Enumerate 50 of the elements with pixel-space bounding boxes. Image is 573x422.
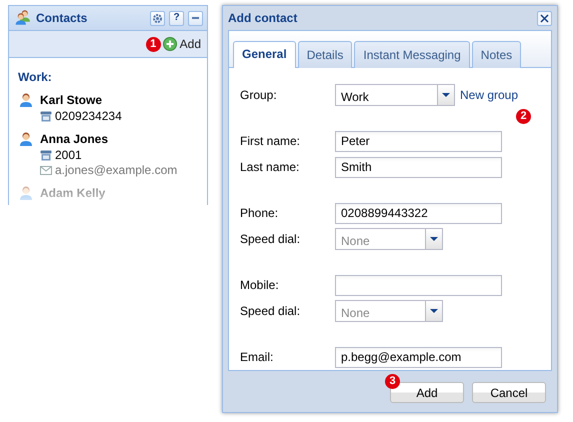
field-label: Phone: [240, 205, 280, 222]
tab[interactable]: Notes [472, 41, 522, 68]
close-button[interactable] [537, 10, 552, 26]
input-field[interactable] [335, 274, 502, 296]
minimize-button[interactable] [188, 10, 203, 26]
phone-text: 0209234234 [55, 109, 122, 124]
group-heading: Work: [18, 69, 53, 86]
field-label: First name: [240, 133, 302, 150]
person-icon [18, 92, 34, 108]
panel-title: Contacts [36, 10, 88, 27]
settings-icon [153, 14, 162, 22]
dropdown-arrow-icon [442, 92, 450, 98]
field-label: Group: [240, 87, 278, 104]
input-field[interactable]: 0208899443322 [335, 202, 502, 224]
dropdown-arrow-icon [430, 236, 438, 242]
close-icon [540, 14, 549, 22]
tab[interactable]: General [233, 41, 296, 68]
dropdown[interactable]: Work [335, 84, 455, 106]
phone-icon [40, 111, 52, 122]
input-field[interactable]: Smith [335, 156, 502, 178]
people-icon [14, 10, 32, 26]
callout-badge: 2 [516, 109, 531, 124]
tab[interactable]: Details [298, 41, 352, 68]
add-icon [162, 37, 177, 51]
envelope-icon [40, 166, 52, 175]
contact-name[interactable]: Karl Stowe [40, 91, 102, 109]
field-label: Speed dial: [240, 303, 302, 320]
field-label: Mobile: [240, 277, 280, 294]
help-button[interactable]: ? [169, 10, 184, 26]
field-label: Speed dial: [240, 231, 302, 248]
field-label: Last name: [240, 159, 300, 176]
add-button[interactable]: Add [162, 35, 201, 53]
callout-badge: 3 [385, 374, 400, 389]
dialog-button[interactable]: Cancel [472, 382, 546, 403]
dialog-title: Add contact [228, 10, 298, 27]
email-text: a.jones@example.com [55, 163, 178, 178]
contact-name[interactable]: Anna Jones [40, 130, 108, 148]
field-label: Email: [240, 349, 274, 366]
callout-badge: 1 [146, 36, 161, 52]
person-icon [18, 185, 34, 201]
phone-icon [40, 150, 52, 161]
minimize-icon [192, 17, 199, 19]
tab[interactable]: Instant Messaging [354, 41, 470, 68]
phone-text: 2001 [55, 148, 82, 163]
new-group-link[interactable]: New group [460, 86, 518, 104]
settings-button[interactable] [150, 10, 165, 26]
dropdown-arrow-icon [430, 308, 438, 314]
input-field[interactable]: Peter [335, 130, 502, 152]
person-icon [18, 131, 34, 147]
input-field[interactable]: p.begg@example.com [335, 346, 502, 368]
